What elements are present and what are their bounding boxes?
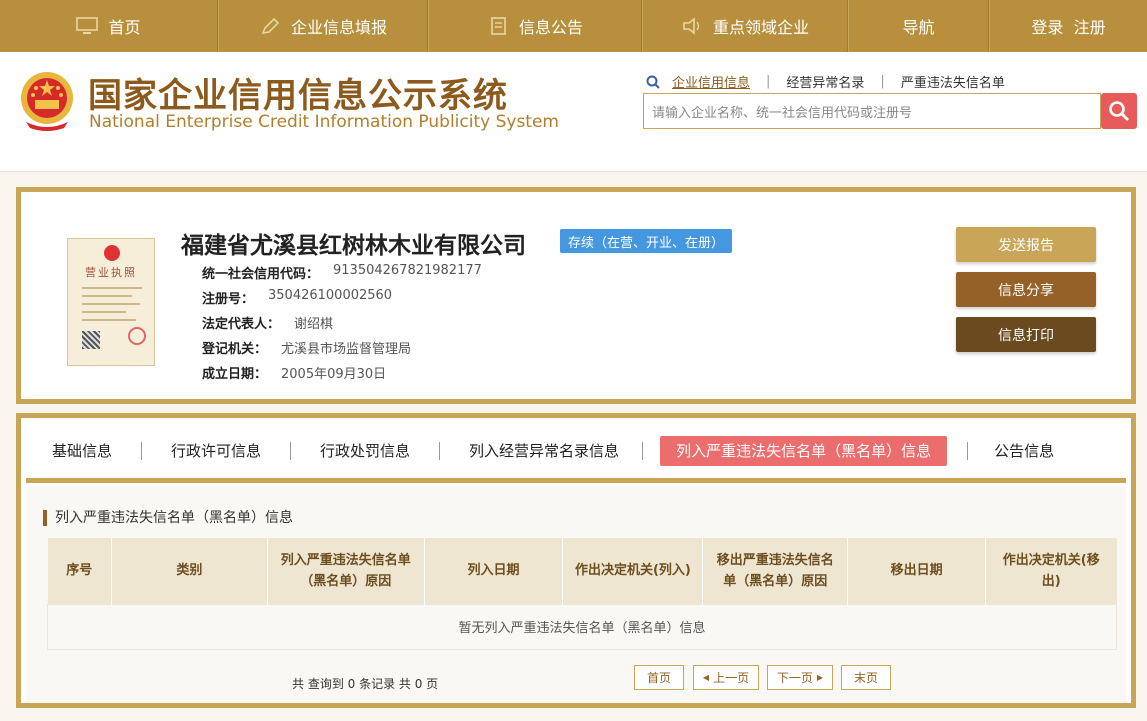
column-header: 作出决定机关(列入) [562,538,704,604]
speaker-icon [681,17,703,35]
send-report-button[interactable]: 发送报告 [956,227,1096,262]
last-page-button[interactable]: 末页 [841,665,891,690]
share-info-button[interactable]: 信息分享 [956,272,1096,307]
nav-label: 首页 [108,18,141,37]
nav-label: 重点领域企业 [712,18,809,37]
empty-message: 暂无列入严重违法失信名单（黑名单）信息 [47,603,1117,650]
nav-item-home[interactable]: 首页 [0,0,218,52]
section-title: 列入严重违法失信名单（黑名单）信息 [43,510,293,526]
field-value: 350426100002560 [268,288,393,303]
search-button[interactable] [1101,93,1137,129]
divider [967,441,969,460]
license-text-line [82,319,136,321]
chevron-right-icon: ▶ [816,673,824,682]
info-row-legal-rep: 法定代表人： 谢绍棋 [202,313,333,332]
license-title: 营业执照 [85,266,137,279]
field-label: 注册号： [202,292,255,307]
column-header: 列入日期 [424,538,564,604]
divider [141,441,143,460]
prev-page-label: 上一页 [713,671,750,685]
site-header: 国家企业信用信息公示系统 National Enterprise Credit … [0,52,1147,172]
nav-label: 企业信息填报 [290,18,387,37]
nav-item-login-register[interactable]: 登录 注册 [989,0,1147,52]
field-label: 登记机关： [202,342,268,357]
column-header: 序号 [47,538,112,604]
search-icon [646,75,660,89]
search-icon [1109,101,1130,122]
info-row-reg-number: 注册号： 350426100002560 [202,288,392,307]
field-label: 统一社会信用代码： [202,267,320,282]
tab-abnormal-list[interactable]: 列入经营异常名录信息 [463,436,625,466]
license-text-line [82,311,126,313]
search-input[interactable]: 请输入企业名称、统一社会信用代码或注册号 [643,93,1101,129]
table-row: 暂无列入严重违法失信名单（黑名单）信息 [47,603,1117,650]
document-icon [487,17,509,35]
divider: | [880,74,885,89]
prev-page-button[interactable]: ◀ 上一页 [693,665,759,690]
column-header: 类别 [111,538,268,604]
divider [290,441,292,460]
column-header: 列入严重违法失信名单（黑名单）原因 [267,538,425,604]
status-badge: 存续（在营、开业、在册） [560,229,733,253]
tab-admin-penalty[interactable]: 行政处罚信息 [314,436,416,466]
search-tab-abnormal[interactable]: 经营异常名录 [784,72,866,91]
tab-blacklist[interactable]: 列入严重违法失信名单（黑名单）信息 [660,435,948,466]
next-page-label: 下一页 [776,671,813,685]
first-page-button[interactable]: 首页 [634,665,684,690]
site-subtitle: National Enterprise Credit Information P… [89,112,559,132]
license-emblem-icon [104,245,120,261]
divider: | [766,74,771,89]
divider [439,441,441,460]
nav-item-key-enterprise[interactable]: 重点领域企业 [642,0,848,52]
license-text-line [82,295,132,297]
search-tabs: 企业信用信息 | 经营异常名录 | 严重违法失信名单 [646,72,1007,91]
search-tab-blacklist[interactable]: 严重违法失信名单 [899,72,1007,91]
info-row-credit-code: 统一社会信用代码： 913504267821982177 [202,263,482,282]
field-value: 913504267821982177 [333,263,482,278]
nav-item-report[interactable]: 企业信息填报 [218,0,428,52]
company-name: 福建省尤溪县红树林木业有限公司 [181,233,526,259]
column-header: 移出日期 [847,538,987,604]
pen-icon [259,17,281,35]
search-tab-credit[interactable]: 企业信用信息 [670,72,752,91]
field-value: 2005年09月30日 [281,367,387,382]
business-license-image[interactable]: 营业执照 [67,238,155,366]
license-text-line [82,287,142,289]
column-header: 作出决定机关(移出) [985,538,1117,604]
qr-code-icon [82,331,100,349]
tab-basic-info[interactable]: 基础信息 [46,436,118,466]
record-count: 共 查询到 0 条记录 共 0 页 [292,677,439,691]
license-text-line [82,303,140,305]
nav-label: 信息公告 [518,18,583,37]
company-card: 营业执照 福建省尤溪县红树林木业有限公司 存续（在营、开业、在册） 统一社会信用… [16,187,1136,404]
nav-item-announcement[interactable]: 信息公告 [428,0,642,52]
info-row-established: 成立日期： 2005年09月30日 [202,363,386,382]
field-label: 成立日期： [202,367,268,382]
monitor-icon [76,17,99,35]
info-panel: 基础信息 行政许可信息 行政处罚信息 列入经营异常名录信息 列入严重违法失信名单… [16,413,1136,708]
nav-item-navigation[interactable]: 导航 [848,0,989,52]
stamp-icon [128,327,146,345]
blacklist-table: 序号 类别 列入严重违法失信名单（黑名单）原因 列入日期 作出决定机关(列入) … [47,538,1117,650]
info-row-authority: 登记机关： 尤溪县市场监督管理局 [202,338,411,357]
field-value: 尤溪县市场监督管理局 [281,342,412,357]
national-emblem-icon [21,72,73,131]
divider [642,441,644,460]
column-header: 移出严重违法失信名单（黑名单）原因 [702,538,849,604]
chevron-left-icon: ◀ [702,673,710,682]
field-label: 法定代表人： [202,317,281,332]
tab-admin-license[interactable]: 行政许可信息 [165,436,267,466]
table-header-row: 序号 类别 列入严重违法失信名单（黑名单）原因 列入日期 作出决定机关(列入) … [47,538,1117,604]
site-title: 国家企业信用信息公示系统 [88,76,508,116]
nav-label: 导航 [902,18,935,37]
next-page-button[interactable]: 下一页 ▶ [767,665,833,690]
tab-announcement[interactable]: 公告信息 [988,436,1060,466]
tab-bar: 基础信息 行政许可信息 行政处罚信息 列入经营异常名录信息 列入严重违法失信名单… [26,423,1126,483]
tab-content: 列入严重违法失信名单（黑名单）信息 序号 类别 列入严重违法失信名单（黑名单）原… [26,486,1126,703]
top-nav: 首页 企业信息填报 信息公告 重点领域企业 导航 登录 注册 [0,0,1147,52]
nav-label: 登录 注册 [1031,18,1106,37]
print-info-button[interactable]: 信息打印 [956,317,1096,352]
field-value: 谢绍棋 [294,317,334,332]
